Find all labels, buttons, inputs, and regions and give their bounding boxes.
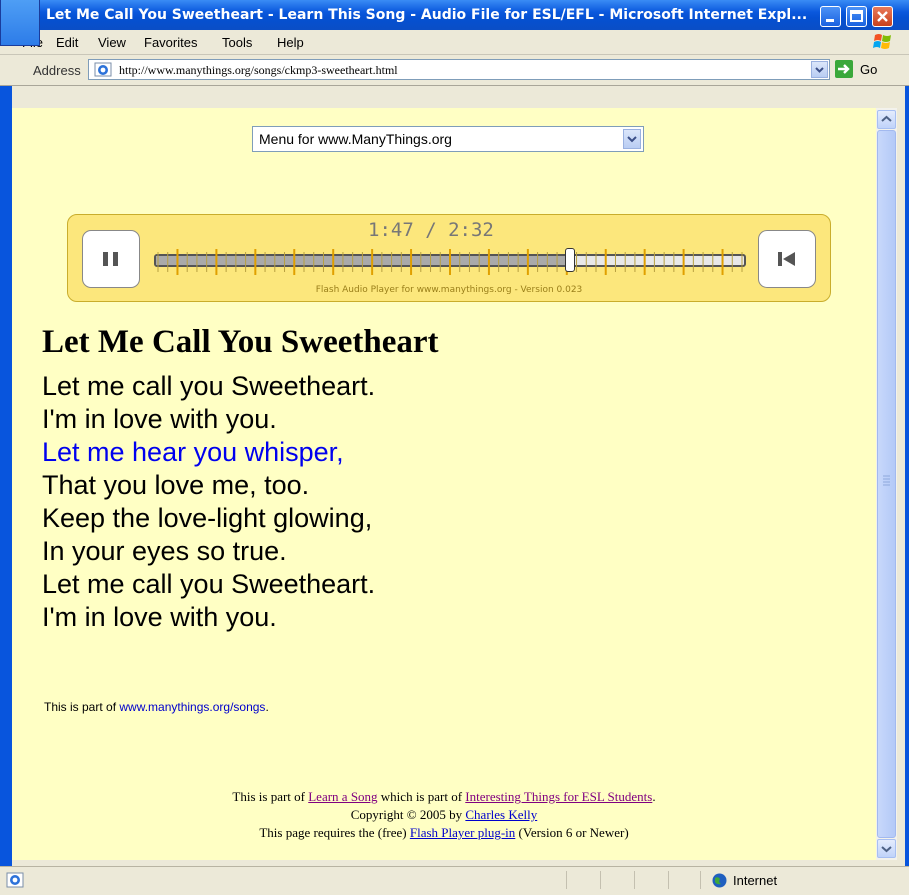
window-frame-left [0, 86, 12, 866]
interesting-things-link[interactable]: Interesting Things for ESL Students [465, 789, 652, 804]
address-bar: Address http://www.manythings.org/songs/… [0, 55, 909, 86]
part-of-prefix: This is part of [44, 700, 120, 714]
site-menu-dropdown-button[interactable] [623, 129, 641, 149]
player-caption: Flash Audio Player for www.manythings.or… [315, 285, 583, 295]
status-divider [634, 871, 635, 889]
title-bar[interactable]: Let Me Call You Sweetheart - Learn This … [0, 0, 909, 30]
lyric-line[interactable]: In your eyes so true. [42, 535, 375, 568]
maximize-button[interactable] [846, 6, 867, 27]
vertical-scrollbar[interactable] [876, 108, 897, 860]
lyric-line[interactable]: I'm in love with you. [42, 601, 375, 634]
close-button[interactable] [872, 6, 893, 27]
windows-logo-icon [873, 34, 891, 49]
status-divider [668, 871, 669, 889]
grip-icon [883, 475, 890, 486]
footer-text: . [652, 789, 656, 804]
pause-button[interactable] [82, 230, 140, 288]
close-icon [877, 11, 888, 22]
song-title: Let Me Call You Sweetheart [42, 324, 439, 360]
chevron-down-icon [881, 846, 892, 853]
flash-player-link[interactable]: Flash Player plug-in [410, 825, 515, 840]
footer-text: (Version 6 or Newer) [515, 825, 629, 840]
ie-page-icon [94, 62, 112, 77]
minimize-button[interactable] [820, 6, 841, 27]
status-divider [566, 871, 567, 889]
audio-player: 1:47 / 2:32 Flash Audio Player for www.m… [67, 214, 831, 302]
playback-time: 1:47 / 2:32 [368, 219, 494, 241]
skip-back-icon [778, 252, 795, 266]
pause-icon [103, 252, 118, 266]
songs-link[interactable]: www.manythings.org/songs [119, 700, 265, 714]
seek-progress [156, 256, 570, 265]
footer: This is part of Learn a Song which is pa… [12, 788, 876, 842]
globe-icon [712, 873, 727, 888]
lyric-line[interactable]: I'm in love with you. [42, 403, 375, 436]
lyric-line[interactable]: Let me call you Sweetheart. [42, 370, 375, 403]
page-content: Menu for www.ManyThings.org 1:47 / 2:32 … [12, 108, 876, 860]
footer-text: which is part of [377, 789, 466, 804]
minimize-icon [826, 19, 834, 22]
menu-edit[interactable]: Edit [56, 35, 78, 50]
scroll-up-button[interactable] [877, 110, 896, 129]
menu-tools[interactable]: Tools [222, 35, 252, 50]
status-divider [600, 871, 601, 889]
menu-help[interactable]: Help [277, 35, 304, 50]
lyric-line[interactable]: Let me call you Sweetheart. [42, 568, 375, 601]
site-menu-select[interactable]: Menu for www.ManyThings.org [252, 126, 644, 152]
rewind-button[interactable] [758, 230, 816, 288]
chevron-down-icon [627, 136, 637, 143]
footer-line-1: This is part of Learn a Song which is pa… [12, 788, 876, 806]
copyright-text: Copyright © 2005 by [350, 807, 466, 822]
footer-text: This page requires the (free) [259, 825, 410, 840]
lyrics: Let me call you Sweetheart. I'm in love w… [42, 370, 375, 634]
chevron-up-icon [881, 115, 892, 122]
chevron-down-icon [815, 67, 824, 73]
site-menu-selected: Menu for www.ManyThings.org [259, 131, 452, 147]
lyric-line[interactable]: Let me hear you whisper, [42, 436, 375, 469]
go-button[interactable]: Go [835, 60, 899, 80]
go-label: Go [860, 62, 878, 77]
lyric-line[interactable]: Keep the love-light glowing, [42, 502, 375, 535]
learn-a-song-link[interactable]: Learn a Song [308, 789, 377, 804]
footer-line-2: Copyright © 2005 by Charles Kelly [12, 806, 876, 824]
footer-text: This is part of [232, 789, 309, 804]
window-icon [0, 0, 40, 46]
author-link[interactable]: Charles Kelly [465, 807, 537, 822]
address-dropdown-button[interactable] [811, 61, 828, 78]
scroll-down-button[interactable] [877, 839, 896, 858]
menu-favorites[interactable]: Favorites [144, 35, 197, 50]
page-icon [6, 872, 24, 888]
status-bar: Internet [0, 866, 909, 895]
lyric-line[interactable]: That you love me, too. [42, 469, 375, 502]
window-title: Let Me Call You Sweetheart - Learn This … [46, 7, 808, 23]
part-of-text: This is part of www.manythings.org/songs… [44, 700, 269, 714]
address-url: http://www.manythings.org/songs/ckmp3-sw… [119, 63, 398, 77]
seek-handle[interactable] [564, 248, 575, 272]
maximize-icon [850, 10, 863, 22]
window-frame-right [905, 86, 909, 866]
browser-window: Let Me Call You Sweetheart - Learn This … [0, 0, 909, 895]
go-arrow-icon [835, 60, 853, 78]
security-zone: Internet [733, 873, 778, 888]
menu-view[interactable]: View [98, 35, 126, 50]
part-of-suffix: . [265, 700, 269, 714]
seek-bar[interactable] [154, 248, 746, 275]
status-divider [700, 871, 701, 889]
address-input[interactable]: http://www.manythings.org/songs/ckmp3-sw… [88, 59, 830, 80]
scroll-thumb[interactable] [877, 130, 896, 838]
address-label: Address [33, 63, 81, 78]
footer-line-3: This page requires the (free) Flash Play… [12, 824, 876, 842]
menu-bar: File Edit View Favorites Tools Help [0, 30, 909, 55]
